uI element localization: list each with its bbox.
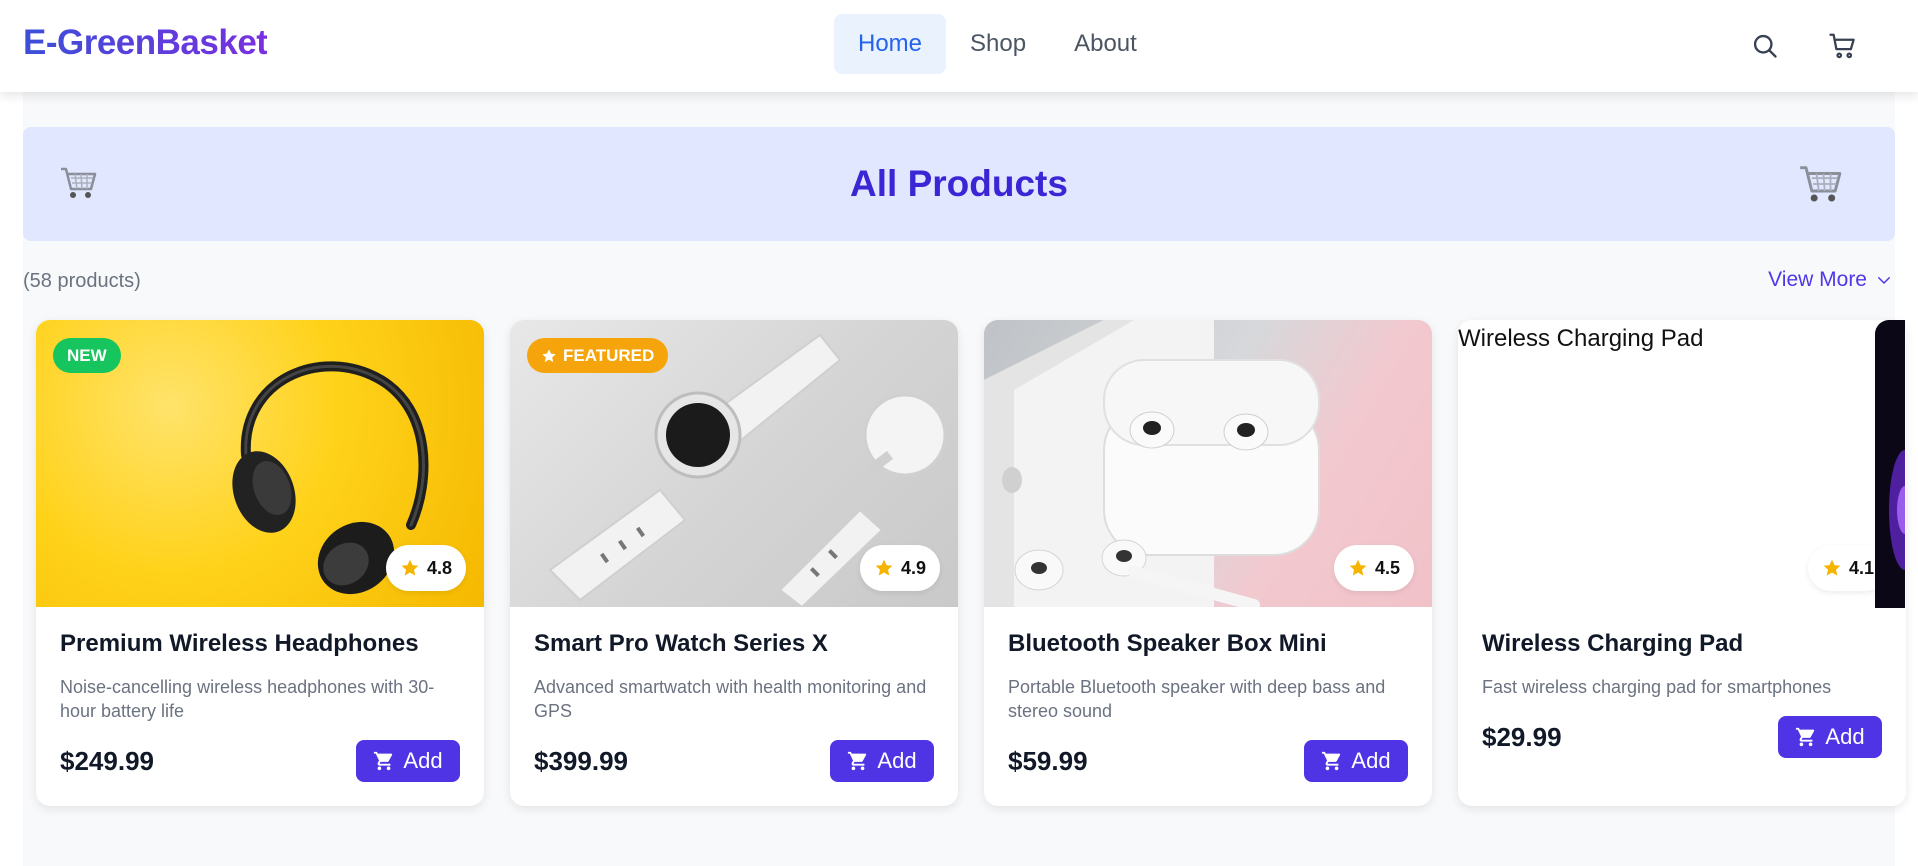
rating-badge: 4.9 xyxy=(859,545,940,591)
page-banner: All Products xyxy=(23,127,1895,241)
add-to-cart-button[interactable]: Add xyxy=(1778,716,1882,758)
page-title: All Products xyxy=(850,163,1068,204)
search-icon[interactable] xyxy=(1745,26,1785,66)
product-name[interactable]: Smart Pro Watch Series X xyxy=(534,630,828,658)
add-label: Add xyxy=(403,748,443,773)
product-card[interactable]: FEATURED 4.9 Smart Pro Watch Series X Ad… xyxy=(510,320,958,806)
product-price: $249.99 xyxy=(60,746,154,776)
rating-value: 4.8 xyxy=(426,557,452,578)
add-label: Add xyxy=(877,748,917,773)
new-badge: NEW xyxy=(53,338,121,373)
products-section: All Products (58 products) View More NEW xyxy=(23,92,1906,866)
product-card[interactable]: Wireless Charging Pad 4.1 Wireless Charg… xyxy=(1458,320,1906,806)
logo[interactable]: E-GreenBasket xyxy=(23,23,268,63)
product-name[interactable]: Wireless Charging Pad xyxy=(1482,630,1743,658)
add-to-cart-button[interactable]: Add xyxy=(830,740,934,782)
star-icon xyxy=(542,348,556,362)
star-icon xyxy=(875,559,893,576)
nav-about[interactable]: About xyxy=(1050,14,1161,74)
add-label: Add xyxy=(1351,748,1391,773)
cart-icon xyxy=(848,751,867,771)
rating-badge: 4.5 xyxy=(1333,545,1414,591)
product-card[interactable]: NEW 4.8 Premium Wireless Headphones Nois… xyxy=(36,320,484,806)
product-image-partial xyxy=(1889,450,1905,570)
cart-icon[interactable] xyxy=(1823,26,1863,66)
rating-value: 4.5 xyxy=(1374,557,1400,578)
product-name[interactable]: Bluetooth Speaker Box Mini xyxy=(1008,630,1327,658)
star-icon xyxy=(401,559,419,576)
product-card-partial[interactable] xyxy=(1875,320,1905,608)
product-description: Portable Bluetooth speaker with deep bas… xyxy=(1008,677,1386,721)
featured-badge: FEATURED xyxy=(527,338,669,373)
cart-icon xyxy=(1796,727,1815,747)
rating-badge: 4.8 xyxy=(385,545,466,591)
badge-label: FEATURED xyxy=(563,346,655,365)
product-card[interactable]: 4.5 Bluetooth Speaker Box Mini Portable … xyxy=(984,320,1432,806)
star-icon xyxy=(1349,559,1367,576)
rating-value: 4.1 xyxy=(1848,557,1874,578)
product-description: Fast wireless charging pad for smartphon… xyxy=(1482,677,1832,697)
cart-icon xyxy=(1322,751,1341,771)
nav-shop[interactable]: Shop xyxy=(946,14,1050,74)
product-count: (58 products) xyxy=(23,270,141,292)
add-to-cart-button[interactable]: Add xyxy=(356,740,460,782)
view-more-link[interactable]: View More xyxy=(1768,268,1893,292)
add-to-cart-button[interactable]: Add xyxy=(1304,740,1408,782)
view-more-label: View More xyxy=(1768,268,1867,291)
top-navbar: E-GreenBasket Home Shop About xyxy=(0,0,1918,92)
nav-home[interactable]: Home xyxy=(834,14,947,74)
product-price: $59.99 xyxy=(1008,746,1088,776)
shopping-cart-emoji-icon xyxy=(1797,163,1843,210)
product-price: $29.99 xyxy=(1482,722,1562,752)
cart-icon xyxy=(374,751,393,771)
product-name[interactable]: Premium Wireless Headphones xyxy=(60,630,419,658)
main-nav: Home Shop About xyxy=(834,14,1161,74)
star-icon xyxy=(1823,559,1841,576)
rating-value: 4.9 xyxy=(900,557,926,578)
product-description: Advanced smartwatch with health monitori… xyxy=(534,677,927,721)
product-price: $399.99 xyxy=(534,746,628,776)
add-label: Add xyxy=(1825,724,1865,749)
image-alt-text: Wireless Charging Pad xyxy=(1458,325,1704,352)
product-description: Noise-cancelling wireless headphones wit… xyxy=(60,677,435,721)
chevron-down-icon xyxy=(1878,277,1890,285)
